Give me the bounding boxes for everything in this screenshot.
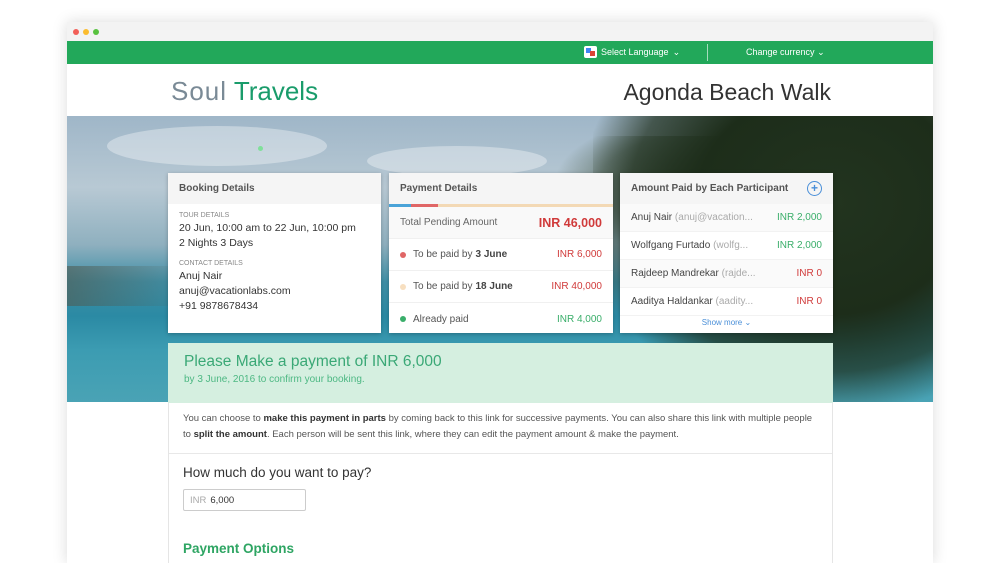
amount-value[interactable]: 6,000	[210, 495, 234, 506]
show-more-link[interactable]: Show more ⌄	[620, 318, 833, 327]
payment-options-title: Payment Options	[183, 541, 295, 556]
participant-email: (aadity...	[715, 296, 754, 307]
tour-title: Agonda Beach Walk	[623, 79, 831, 105]
participant-name: Wolfgang Furtado	[631, 240, 711, 251]
participants-card: Amount Paid by Each Participant + Anuj N…	[620, 173, 833, 333]
browser-window: Select Language ⌄ Change currency ⌄ Soul…	[67, 22, 933, 563]
booking-details-title: Booking Details	[168, 173, 381, 204]
chevron-down-icon: ⌄	[744, 318, 752, 327]
currency-label: Change currency	[746, 47, 815, 57]
payment-row: Already paid INR 4,000	[389, 303, 613, 335]
logo[interactable]: Soul Travels	[171, 76, 318, 107]
payment-notice-heading: Please Make a payment of INR 6,000	[184, 353, 442, 370]
amount-currency: INR	[190, 494, 207, 506]
payment-notice: Please Make a payment of INR 6,000 by 3 …	[168, 343, 833, 403]
payment-details-card: Payment Details Total Pending Amount INR…	[389, 173, 613, 333]
payment-row-amount: INR 40,000	[551, 281, 602, 292]
participant-email: (anuj@vacation...	[674, 212, 753, 223]
participant-row: Rajdeep Mandrekar (rajde... INR 0	[620, 260, 833, 288]
participant-name: Anuj Nair	[631, 212, 673, 223]
payment-progress-bar	[389, 204, 613, 207]
contact-name: Anuj Nair	[179, 270, 223, 282]
show-more-label: Show more	[701, 318, 743, 327]
cloud	[107, 126, 327, 166]
total-pending-amount: INR 46,000	[538, 215, 602, 230]
participant-row: Anuj Nair (anuj@vacation... INR 2,000	[620, 204, 833, 232]
booking-details-card: Booking Details Tour Details 20 Jun, 10:…	[168, 173, 381, 333]
payment-notice-subtext: by 3 June, 2016 to confirm your booking.	[184, 374, 365, 385]
language-selector[interactable]: Select Language ⌄	[584, 46, 680, 58]
payment-row-amount: INR 4,000	[556, 313, 602, 325]
participant-amount: INR 0	[796, 268, 822, 279]
site-header: Soul Travels Agonda Beach Walk	[67, 64, 933, 116]
participant-amount: INR 0	[796, 296, 822, 307]
total-pending-row: Total Pending Amount INR 46,000	[389, 207, 613, 239]
indicator-dot	[258, 146, 263, 151]
amount-question: How much do you want to pay?	[183, 465, 372, 480]
status-dot-icon	[400, 316, 406, 322]
participants-list: Anuj Nair (anuj@vacation... INR 2,000 Wo…	[620, 204, 833, 316]
participant-row: Wolfgang Furtado (wolfg... INR 2,000	[620, 232, 833, 260]
participant-email: (rajde...	[721, 268, 756, 279]
payment-row-label: To be paid by	[413, 281, 473, 292]
info-text: . Each person will be sent this link, wh…	[266, 429, 679, 440]
status-dot-icon	[400, 251, 406, 258]
minimize-window-icon[interactable]	[83, 29, 89, 35]
tour-details-label: Tour Details	[179, 212, 230, 219]
participant-row: Aaditya Haldankar (aadity... INR 0	[620, 288, 833, 316]
info-bold: make this payment in parts	[263, 413, 386, 424]
payment-row: To be paid by 18 June INR 40,000	[389, 271, 613, 303]
participant-amount: INR 2,000	[776, 240, 822, 251]
amount-input[interactable]: INR 6,000	[183, 489, 306, 511]
google-translate-icon	[584, 46, 597, 58]
payment-row-label: Already paid	[413, 313, 469, 325]
add-participant-icon[interactable]: +	[807, 181, 822, 196]
tour-duration: 2 Nights 3 Days	[179, 237, 254, 249]
window-chrome	[67, 22, 933, 41]
contact-details-label: Contact Details	[179, 260, 243, 267]
participants-title-text: Amount Paid by Each Participant	[631, 183, 789, 194]
logo-travels: Travels	[233, 76, 319, 106]
language-label: Select Language	[601, 47, 669, 57]
split-payment-info: You can choose to make this payment in p…	[169, 403, 832, 454]
payment-row: To be paid by 3 June INR 6,000	[389, 239, 613, 271]
participants-title: Amount Paid by Each Participant +	[620, 173, 833, 204]
contact-email: anuj@vacationlabs.com	[179, 285, 291, 297]
contact-phone: +91 9878678434	[179, 300, 259, 312]
topbar-divider	[707, 44, 708, 61]
payment-form-section: You can choose to make this payment in p…	[168, 403, 833, 563]
logo-soul: Soul	[171, 76, 228, 106]
status-dot-icon	[400, 283, 406, 290]
currency-selector[interactable]: Change currency ⌄	[746, 47, 825, 58]
info-text: You can choose to	[183, 413, 264, 424]
participant-name: Aaditya Haldankar	[631, 296, 713, 307]
participant-name: Rajdeep Mandrekar	[631, 268, 719, 279]
participant-email: (wolfg...	[713, 240, 749, 251]
maximize-window-icon[interactable]	[93, 29, 99, 35]
chevron-down-icon: ⌄	[817, 47, 825, 57]
payment-row-label: To be paid by	[413, 249, 473, 260]
payment-row-amount: INR 6,000	[556, 249, 602, 260]
cloud	[367, 146, 547, 176]
payment-row-date: 3 June	[475, 249, 508, 260]
chevron-down-icon: ⌄	[672, 46, 681, 57]
tour-dates: 20 Jun, 10:00 am to 22 Jun, 10:00 pm	[179, 222, 356, 234]
close-window-icon[interactable]	[73, 29, 79, 35]
participant-amount: INR 2,000	[776, 212, 822, 223]
info-bold: split the amount	[193, 429, 267, 440]
total-pending-label: Total Pending Amount	[400, 217, 498, 228]
payment-details-title: Payment Details	[389, 173, 613, 204]
payment-row-date: 18 June	[475, 281, 513, 292]
top-bar: Select Language ⌄ Change currency ⌄	[67, 41, 933, 64]
